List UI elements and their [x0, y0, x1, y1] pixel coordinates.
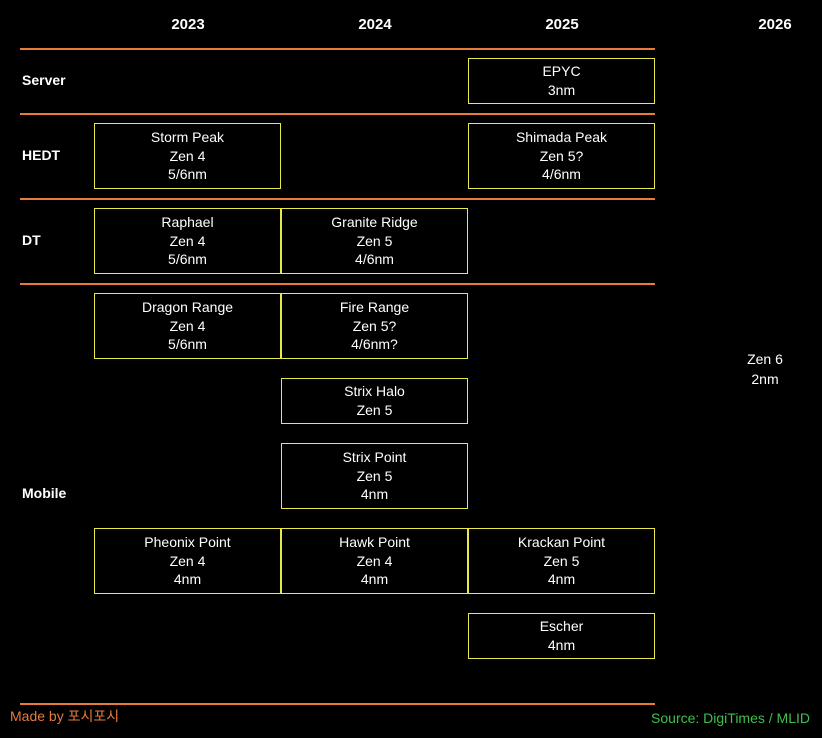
box-line: Zen 4: [170, 232, 206, 251]
box-line: 4/6nm: [355, 250, 394, 269]
box-shimada-peak: Shimada Peak Zen 5? 4/6nm: [468, 123, 655, 189]
box-line: Zen 5?: [540, 147, 584, 166]
separator: [20, 198, 655, 200]
box-line: Granite Ridge: [331, 213, 417, 232]
box-line: Zen 5: [544, 552, 580, 571]
category-dt: DT: [22, 232, 90, 248]
box-line: Zen 5?: [353, 317, 397, 336]
box-line: Zen 5: [357, 401, 393, 420]
box-storm-peak: Storm Peak Zen 4 5/6nm: [94, 123, 281, 189]
zen6-line: Zen 6: [720, 350, 810, 370]
box-line: 4nm: [548, 570, 575, 589]
box-line: Zen 4: [357, 552, 393, 571]
box-line: 5/6nm: [168, 165, 207, 184]
box-line: Shimada Peak: [516, 128, 607, 147]
box-pheonix-point: Pheonix Point Zen 4 4nm: [94, 528, 281, 594]
box-line: Pheonix Point: [144, 533, 230, 552]
box-fire-range: Fire Range Zen 5? 4/6nm?: [281, 293, 468, 359]
category-hedt: HEDT: [22, 147, 90, 163]
box-line: Zen 4: [170, 317, 206, 336]
box-line: 4/6nm?: [351, 335, 398, 354]
box-line: Zen 5: [357, 232, 393, 251]
year-2023: 2023: [158, 16, 218, 33]
box-dragon-range: Dragon Range Zen 4 5/6nm: [94, 293, 281, 359]
future-zen6: Zen 6 2nm: [720, 350, 810, 389]
box-line: Zen 5: [357, 467, 393, 486]
box-line: 5/6nm: [168, 250, 207, 269]
box-strix-point: Strix Point Zen 5 4nm: [281, 443, 468, 509]
box-line: Krackan Point: [518, 533, 605, 552]
box-line: Raphael: [161, 213, 213, 232]
box-line: 4nm: [174, 570, 201, 589]
category-server: Server: [22, 72, 90, 88]
year-row: 2023 2024 2025 2026: [0, 16, 822, 40]
zen6-line: 2nm: [720, 370, 810, 390]
box-line: 3nm: [548, 81, 575, 100]
box-line: Dragon Range: [142, 298, 233, 317]
box-line: Strix Halo: [344, 382, 405, 401]
box-line: Zen 4: [170, 147, 206, 166]
box-strix-halo: Strix Halo Zen 5: [281, 378, 468, 424]
box-line: 5/6nm: [168, 335, 207, 354]
box-escher: Escher 4nm: [468, 613, 655, 659]
box-line: EPYC: [542, 62, 580, 81]
credit-source: Source: DigiTimes / MLID: [651, 710, 810, 726]
box-granite-ridge: Granite Ridge Zen 5 4/6nm: [281, 208, 468, 274]
box-raphael: Raphael Zen 4 5/6nm: [94, 208, 281, 274]
box-line: Hawk Point: [339, 533, 410, 552]
separator: [20, 283, 655, 285]
year-2026: 2026: [745, 16, 805, 33]
separator: [20, 48, 655, 50]
credit-made-by: Made by 포시포시: [10, 706, 119, 726]
box-line: Strix Point: [343, 448, 407, 467]
category-mobile: Mobile: [22, 485, 90, 501]
box-line: 4nm: [548, 636, 575, 655]
box-krackan-point: Krackan Point Zen 5 4nm: [468, 528, 655, 594]
box-line: Escher: [540, 617, 584, 636]
box-hawk-point: Hawk Point Zen 4 4nm: [281, 528, 468, 594]
separator: [20, 703, 655, 705]
box-epyc: EPYC 3nm: [468, 58, 655, 104]
separator: [20, 113, 655, 115]
box-line: Zen 4: [170, 552, 206, 571]
year-2024: 2024: [345, 16, 405, 33]
box-line: 4/6nm: [542, 165, 581, 184]
box-line: Storm Peak: [151, 128, 224, 147]
roadmap-diagram: 2023 2024 2025 2026 Server HEDT DT Mobil…: [0, 0, 822, 738]
box-line: 4nm: [361, 570, 388, 589]
box-line: Fire Range: [340, 298, 409, 317]
year-2025: 2025: [532, 16, 592, 33]
box-line: 4nm: [361, 485, 388, 504]
